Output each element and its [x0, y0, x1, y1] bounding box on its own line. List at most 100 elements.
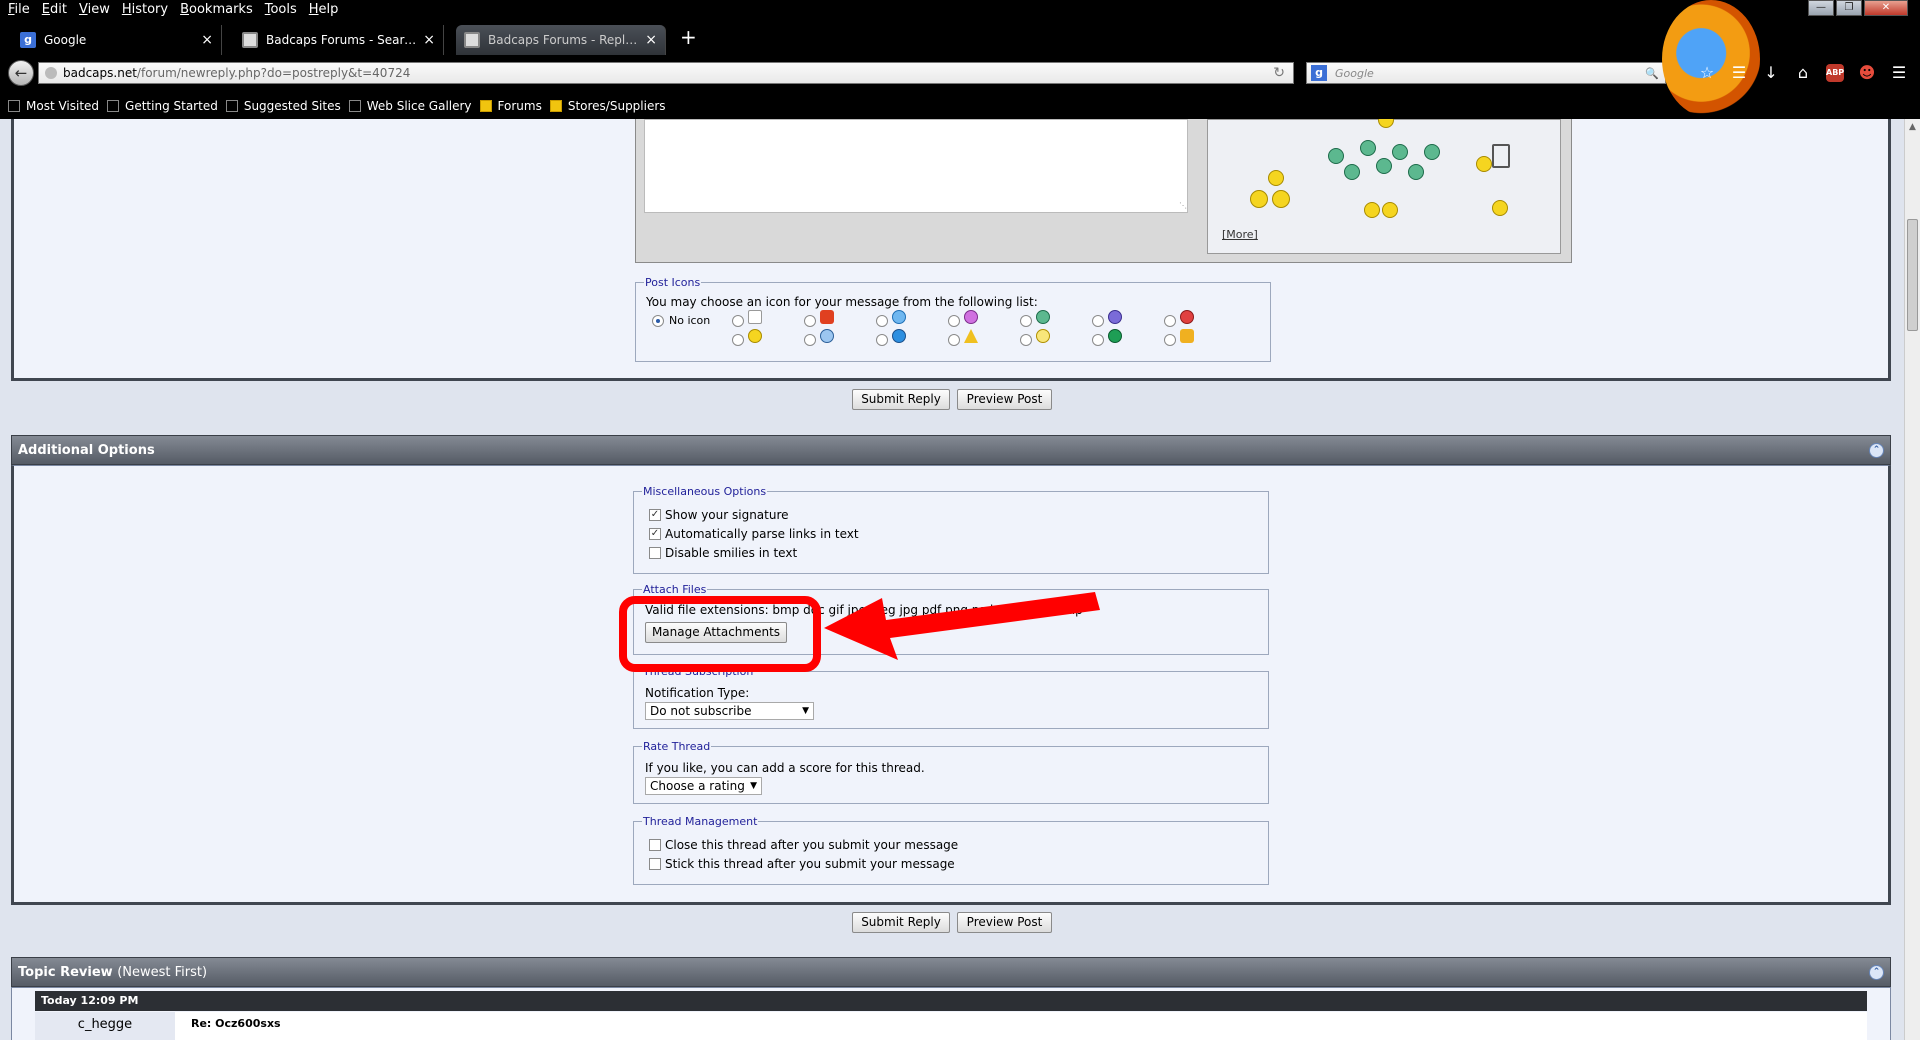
restore-button[interactable]: ❐: [1836, 0, 1862, 16]
smilie-icon[interactable]: [1408, 164, 1424, 180]
close-tab-icon[interactable]: ×: [201, 32, 213, 48]
post-icon-radio[interactable]: [732, 334, 744, 346]
additional-options-title: Additional Options: [18, 443, 155, 458]
collapse-icon[interactable]: ⌃: [1869, 443, 1884, 458]
teeth-smilie-icon: [1036, 310, 1050, 324]
smilie-icon[interactable]: [1492, 200, 1508, 216]
no-icon-radio[interactable]: [652, 315, 664, 327]
collapse-icon[interactable]: ⌃: [1869, 965, 1884, 980]
smilie-icon[interactable]: [1476, 156, 1492, 172]
show-signature-checkbox[interactable]: ✓: [649, 509, 661, 521]
menu-help[interactable]: Help: [309, 2, 339, 17]
menu-history[interactable]: History: [122, 2, 168, 17]
tab-search-results[interactable]: Badcaps Forums - Search R... ×: [234, 25, 444, 55]
url-bar[interactable]: badcaps.net /forum/newreply.php?do=postr…: [38, 62, 1294, 84]
more-smilies-link[interactable]: [More]: [1222, 228, 1258, 241]
menu-view[interactable]: View: [79, 2, 110, 17]
menu-file[interactable]: File: [8, 2, 30, 17]
site-identity-icon[interactable]: [45, 67, 57, 79]
bookmark-web-slice-gallery[interactable]: Web Slice Gallery: [348, 99, 472, 113]
search-engine-icon[interactable]: g: [1311, 65, 1327, 81]
additional-options-header[interactable]: Additional Options ⌃: [11, 435, 1891, 465]
home-icon[interactable]: ⌂: [1794, 64, 1812, 82]
bookmark-getting-started[interactable]: Getting Started: [107, 99, 218, 113]
scroll-up-icon[interactable]: ▲: [1905, 119, 1920, 135]
smilie-icon[interactable]: [1268, 170, 1284, 186]
navigation-bar: ← badcaps.net /forum/newreply.php?do=pos…: [0, 58, 1920, 88]
addon-icon[interactable]: ☻: [1858, 64, 1876, 82]
submit-reply-button[interactable]: Submit Reply: [852, 389, 950, 410]
post-icon-radio[interactable]: [876, 315, 888, 327]
bookmark-forums[interactable]: Forums: [479, 99, 542, 113]
wink-icon: [892, 310, 906, 324]
tab-google[interactable]: g Google ×: [12, 25, 222, 55]
tab-title: Google: [44, 33, 87, 47]
post-icon-radio[interactable]: [948, 334, 960, 346]
adblock-icon[interactable]: ABP: [1826, 64, 1844, 82]
topic-review-header[interactable]: Topic Review (Newest First) ⌃: [11, 957, 1891, 987]
smilie-icon[interactable]: [1364, 202, 1380, 218]
smilie-icon[interactable]: [1272, 190, 1290, 208]
cool-icon: [820, 329, 834, 343]
menu-edit[interactable]: Edit: [42, 2, 67, 17]
smilie-icon[interactable]: [1328, 148, 1344, 164]
smilie-icon[interactable]: [1344, 164, 1360, 180]
post-icon-radio[interactable]: [876, 334, 888, 346]
preview-post-button[interactable]: Preview Post: [957, 389, 1052, 410]
scrollbar-thumb[interactable]: [1907, 219, 1918, 331]
smilie-icon[interactable]: [1250, 190, 1268, 208]
smilie-icon[interactable]: [1378, 119, 1394, 128]
stick-thread-checkbox[interactable]: [649, 858, 661, 870]
menu-hamburger-icon[interactable]: ☰: [1890, 64, 1908, 82]
smilie-icon[interactable]: [1424, 144, 1440, 160]
page-scrollbar[interactable]: ▲: [1904, 119, 1920, 1040]
post-icon-radio[interactable]: [1164, 334, 1176, 346]
post-icon-radio[interactable]: [1092, 315, 1104, 327]
post-icon-radio[interactable]: [948, 315, 960, 327]
preview-post-button-bottom[interactable]: Preview Post: [957, 912, 1052, 933]
smilie-icon[interactable]: [1376, 158, 1392, 174]
post-icon-radio[interactable]: [1020, 315, 1032, 327]
back-arrow-icon[interactable]: ←: [8, 60, 34, 86]
post-author[interactable]: c_hegge: [78, 1017, 132, 1032]
tab-reply[interactable]: Badcaps Forums - Reply to... ×: [456, 25, 666, 55]
minimize-button[interactable]: —: [1808, 0, 1834, 16]
parse-links-label: Automatically parse links in text: [665, 527, 859, 541]
close-tab-icon[interactable]: ×: [645, 32, 657, 48]
resize-grip-icon[interactable]: ⋱: [1179, 201, 1187, 210]
bookmark-stores-suppliers[interactable]: Stores/Suppliers: [549, 99, 666, 113]
parse-links-checkbox[interactable]: ✓: [649, 528, 661, 540]
star-bookmark-icon[interactable]: ☆: [1698, 64, 1716, 82]
rating-select[interactable]: Choose a rating ▼: [645, 777, 762, 795]
menu-bookmarks[interactable]: Bookmarks: [180, 2, 253, 17]
window-controls: — ❐ ✕: [1808, 0, 1908, 16]
disable-smilies-checkbox[interactable]: [649, 547, 661, 559]
post-icon-radio[interactable]: [1092, 334, 1104, 346]
post-date-row: Today 12:09 PM: [35, 991, 1867, 1011]
search-icon[interactable]: 🔍: [1645, 67, 1659, 80]
submit-reply-button-bottom[interactable]: Submit Reply: [852, 912, 950, 933]
bookmarks-list-icon[interactable]: ☰: [1730, 64, 1748, 82]
trashcan-smilie-icon[interactable]: [1492, 144, 1510, 168]
download-icon[interactable]: ↓: [1762, 64, 1780, 82]
reload-icon[interactable]: ↻: [1273, 65, 1285, 81]
smilie-icon[interactable]: [1382, 202, 1398, 218]
message-textarea[interactable]: [644, 119, 1188, 213]
smilie-icon[interactable]: [1392, 144, 1408, 160]
post-icon-radio[interactable]: [804, 334, 816, 346]
search-input[interactable]: g Google 🔍: [1306, 62, 1666, 84]
post-icon-radio[interactable]: [804, 315, 816, 327]
notification-type-select[interactable]: Do not subscribe ▼: [645, 702, 814, 720]
close-tab-icon[interactable]: ×: [423, 32, 435, 48]
post-icon-radio[interactable]: [1020, 334, 1032, 346]
bookmark-suggested-sites[interactable]: Suggested Sites: [225, 99, 341, 113]
post-icon-radio[interactable]: [1164, 315, 1176, 327]
close-thread-checkbox[interactable]: [649, 839, 661, 851]
new-tab-icon[interactable]: +: [680, 25, 697, 49]
menu-tools[interactable]: Tools: [265, 2, 297, 17]
smilie-icon[interactable]: [1360, 140, 1376, 156]
close-window-button[interactable]: ✕: [1864, 0, 1908, 16]
bookmark-most-visited[interactable]: Most Visited: [8, 99, 99, 113]
post-icon-radio[interactable]: [732, 315, 744, 327]
menu-bar: File Edit View History Bookmarks Tools H…: [0, 0, 1500, 19]
